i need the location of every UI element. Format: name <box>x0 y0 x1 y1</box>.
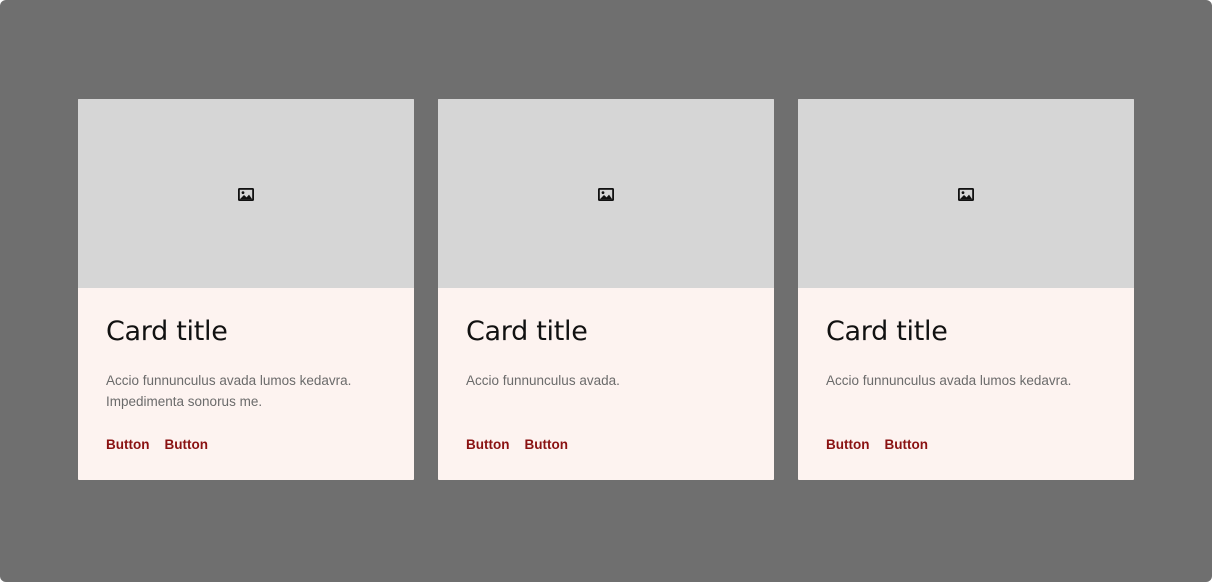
image-icon <box>598 187 614 201</box>
card-row: Card title Accio funnunculus avada lumos… <box>78 99 1134 480</box>
card-title: Card title <box>466 316 588 347</box>
image-icon <box>958 187 974 201</box>
card-body: Card title Accio funnunculus avada. Butt… <box>438 288 774 480</box>
card-button-primary[interactable]: Button <box>826 436 869 454</box>
card-3: Card title Accio funnunculus avada lumos… <box>798 99 1134 480</box>
card-text: Accio funnunculus avada lumos kedavra. <box>826 373 1072 388</box>
card-button-secondary[interactable]: Button <box>524 436 567 454</box>
canvas-background: Card title Accio funnunculus avada lumos… <box>0 0 1212 582</box>
card-media-placeholder <box>798 99 1134 288</box>
card-media-placeholder <box>438 99 774 288</box>
card-button-primary[interactable]: Button <box>466 436 509 454</box>
card-2: Card title Accio funnunculus avada. Butt… <box>438 99 774 480</box>
card-button-secondary[interactable]: Button <box>884 436 927 454</box>
card-media-placeholder <box>78 99 414 288</box>
card-actions: Button Button <box>826 436 928 454</box>
card-text: Accio funnunculus avada lumos kedavra. I… <box>106 373 352 409</box>
card-title: Card title <box>826 316 948 347</box>
card-body: Card title Accio funnunculus avada lumos… <box>798 288 1134 480</box>
card-actions: Button Button <box>466 436 568 454</box>
card-text: Accio funnunculus avada. <box>466 373 620 388</box>
card-1: Card title Accio funnunculus avada lumos… <box>78 99 414 480</box>
card-button-primary[interactable]: Button <box>106 436 149 454</box>
image-icon <box>238 187 254 201</box>
card-actions: Button Button <box>106 436 208 454</box>
card-body: Card title Accio funnunculus avada lumos… <box>78 288 414 480</box>
card-button-secondary[interactable]: Button <box>164 436 207 454</box>
card-title: Card title <box>106 316 228 347</box>
